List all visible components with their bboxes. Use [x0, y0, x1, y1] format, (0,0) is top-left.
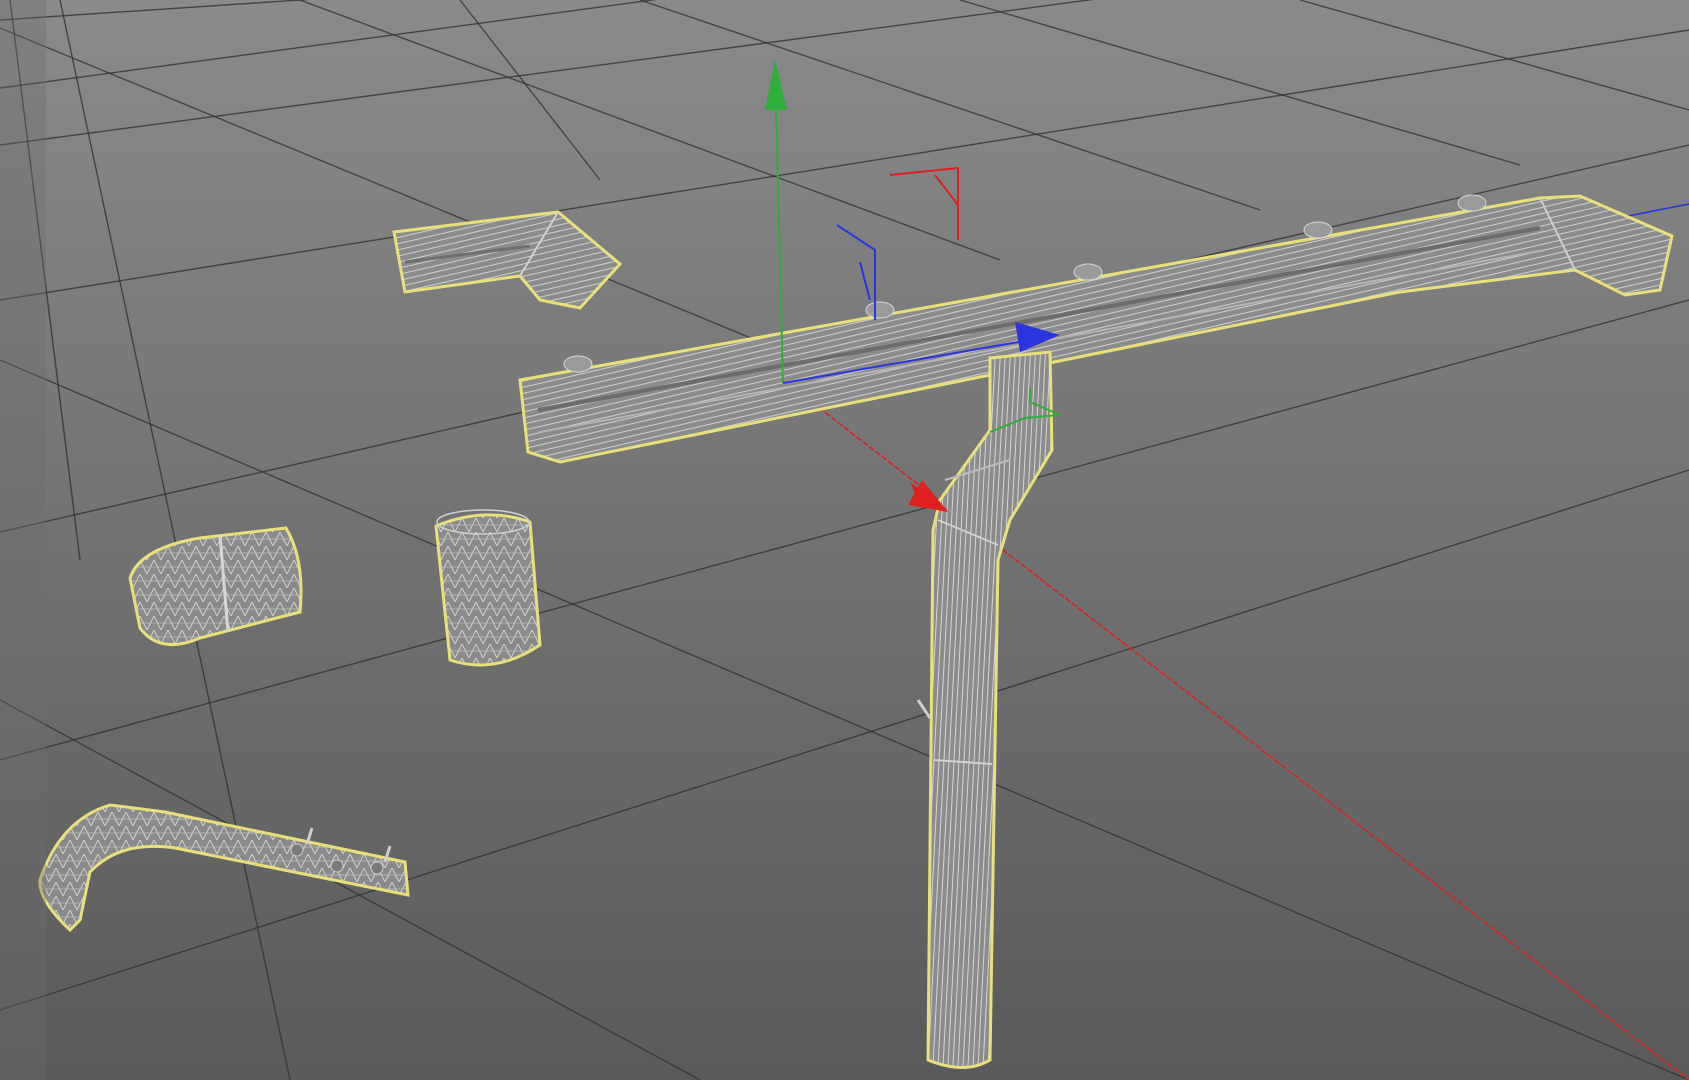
pipe-connector[interactable] — [434, 509, 542, 667]
3d-viewport[interactable] — [0, 0, 1689, 1080]
viewport-edge — [0, 0, 46, 1080]
viewport-canvas[interactable] — [0, 0, 1689, 1080]
